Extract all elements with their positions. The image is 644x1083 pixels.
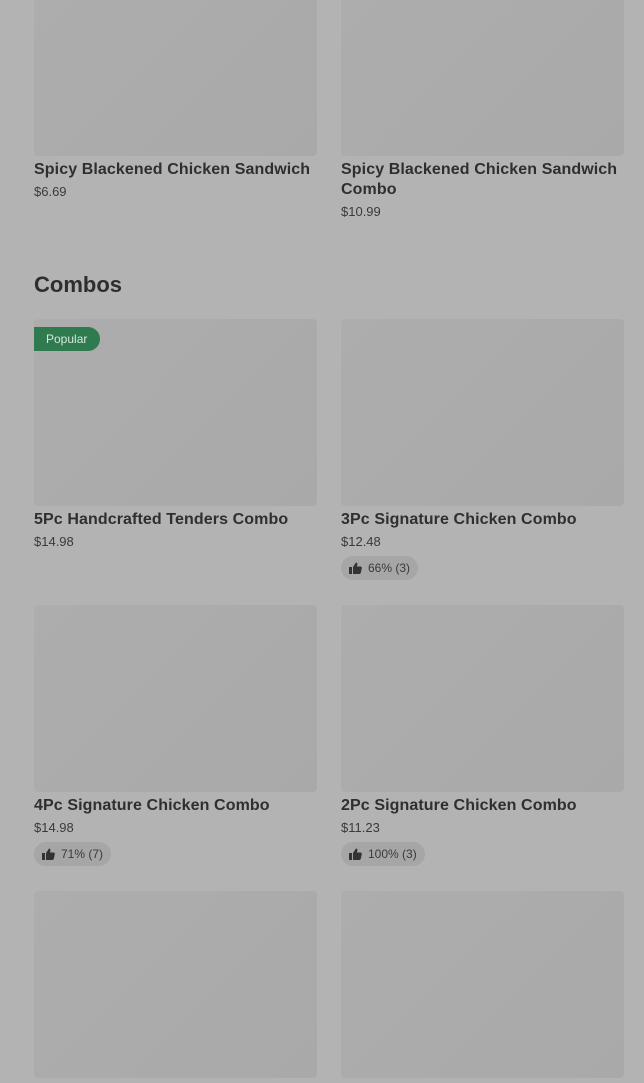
rating-text: 100% (3) [368,847,417,861]
rating-text: 66% (3) [368,561,411,575]
item-name: 5Pc Handcrafted Tenders Combo [34,511,289,528]
section-title-combos: Combos [34,272,122,297]
item-name: 2Pc Signature Chicken Combo [341,797,577,814]
item-name: 3Pc Signature Chicken Combo [341,511,577,528]
item-price: $12.48 [341,534,381,549]
item-image [34,0,317,156]
menu-item-card[interactable]: 3Pc Signature Chicken Combo $12.48 66% (… [341,319,624,580]
item-image [341,891,624,1078]
item-price: $14.98 [34,534,74,549]
rating-pill: 100% (3) [341,842,425,866]
rating-pill: 66% (3) [341,556,419,580]
rating-text: 71% (7) [61,847,104,861]
menu-item-card[interactable]: Popular 5Pc Handcrafted Tenders Combo $1… [34,319,317,551]
item-image [341,605,624,792]
menu-item-card[interactable] [34,891,317,1078]
item-price: $11.23 [341,820,380,835]
item-image [341,0,624,156]
item-image [34,891,317,1078]
item-image: Popular [34,319,317,506]
thumbs-up-icon [42,848,55,860]
menu-item-card[interactable]: 2Pc Signature Chicken Combo $11.23 100% … [341,605,624,866]
menu-item-card[interactable]: 4Pc Signature Chicken Combo $14.98 71% (… [34,605,317,866]
menu-item-card[interactable]: Spicy Blackened Chicken Sandwich $6.69 [34,0,317,201]
item-name: Spicy Blackened Chicken Sandwich Combo [341,161,618,198]
item-price: $6.69 [34,184,67,199]
item-image [34,605,317,792]
thumbs-up-icon [349,848,362,860]
rating-pill: 71% (7) [34,842,112,866]
item-price: $14.98 [34,820,74,835]
thumbs-up-icon [349,562,362,574]
menu-item-card[interactable]: Spicy Blackened Chicken Sandwich Combo $… [341,0,624,221]
popular-badge: Popular [34,327,101,351]
item-name: 4Pc Signature Chicken Combo [34,797,270,814]
menu-item-card[interactable] [341,891,624,1078]
menu-page: Spicy Blackened Chicken Sandwich $6.69 S… [0,0,644,1083]
item-name: Spicy Blackened Chicken Sandwich [34,161,311,178]
item-image [341,319,624,506]
item-price: $10.99 [341,204,381,219]
